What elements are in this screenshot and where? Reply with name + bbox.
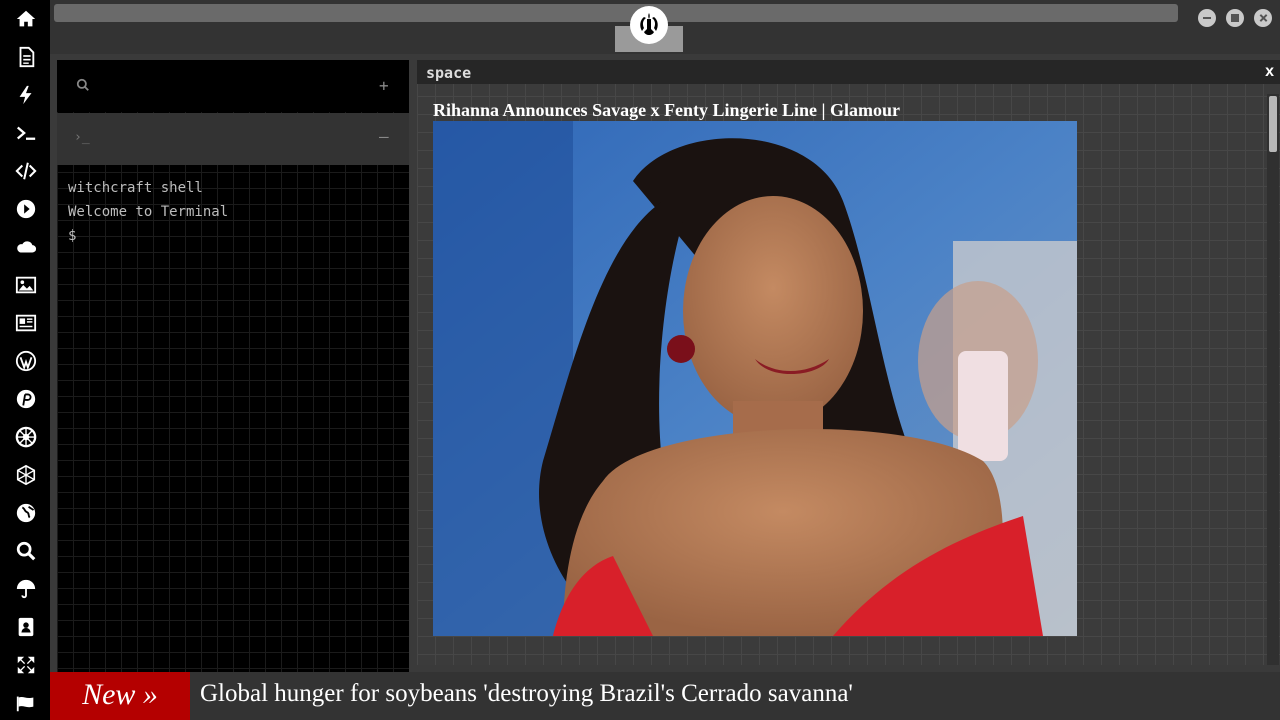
window-titlebar[interactable]: space x	[417, 60, 1280, 84]
bolt-icon[interactable]	[12, 81, 40, 109]
home-icon[interactable]	[12, 5, 40, 33]
play-icon[interactable]	[12, 195, 40, 223]
collapse-icon[interactable]: –	[379, 127, 389, 146]
terminal-panel: + ›_ – witchcraft shell Welcome to Termi…	[57, 60, 409, 672]
scrollbar-thumb[interactable]	[1269, 96, 1277, 152]
pinterest-icon[interactable]	[12, 385, 40, 413]
close-button[interactable]: x	[1265, 63, 1274, 81]
wordpress-icon[interactable]	[12, 347, 40, 375]
search-icon[interactable]	[12, 537, 40, 565]
contacts-icon[interactable]	[12, 613, 40, 641]
space-window: space x Rihanna Announces Savage x Fenty…	[417, 60, 1280, 665]
globe-icon[interactable]	[12, 499, 40, 527]
ticker-label: New »	[50, 672, 190, 720]
close-window-button[interactable]	[1254, 9, 1272, 27]
terminal-input-row[interactable]: ›_ –	[57, 113, 409, 165]
article-photo[interactable]	[433, 121, 1077, 636]
address-bar[interactable]	[54, 4, 1178, 22]
ticker-headline[interactable]: Global hunger for soybeans 'destroying B…	[200, 672, 853, 716]
umbrella-icon[interactable]	[12, 575, 40, 603]
code-icon[interactable]	[12, 157, 40, 185]
search-icon[interactable]	[76, 77, 90, 96]
newspaper-icon[interactable]	[12, 309, 40, 337]
flag-icon[interactable]	[12, 689, 40, 717]
empire-icon[interactable]	[12, 423, 40, 451]
document-icon[interactable]	[12, 43, 40, 71]
terminal-icon[interactable]	[12, 119, 40, 147]
terminal-prompt-placeholder: ›_	[74, 130, 90, 145]
minimize-button[interactable]	[1198, 9, 1216, 27]
cloud-icon[interactable]	[12, 233, 40, 261]
app-sidebar	[0, 0, 50, 720]
terminal-line: witchcraft shell	[68, 180, 203, 196]
window-title: space	[426, 64, 472, 82]
rebel-alliance-icon[interactable]	[630, 6, 668, 44]
article-title[interactable]: Rihanna Announces Savage x Fenty Lingeri…	[433, 100, 900, 121]
scrollbar-track[interactable]	[1267, 94, 1279, 665]
maximize-button[interactable]	[1226, 9, 1244, 27]
news-ticker: New » Global hunger for soybeans 'destro…	[50, 672, 1280, 720]
image-icon[interactable]	[12, 271, 40, 299]
add-icon[interactable]: +	[379, 76, 389, 95]
terminal-search-row: +	[57, 60, 409, 112]
terminal-output[interactable]: witchcraft shell Welcome to Terminal $	[68, 176, 228, 248]
terminal-prompt: $	[68, 228, 77, 244]
expand-icon[interactable]	[12, 651, 40, 679]
network-icon[interactable]	[12, 461, 40, 489]
terminal-line: Welcome to Terminal	[68, 204, 229, 220]
top-bar	[50, 0, 1280, 54]
